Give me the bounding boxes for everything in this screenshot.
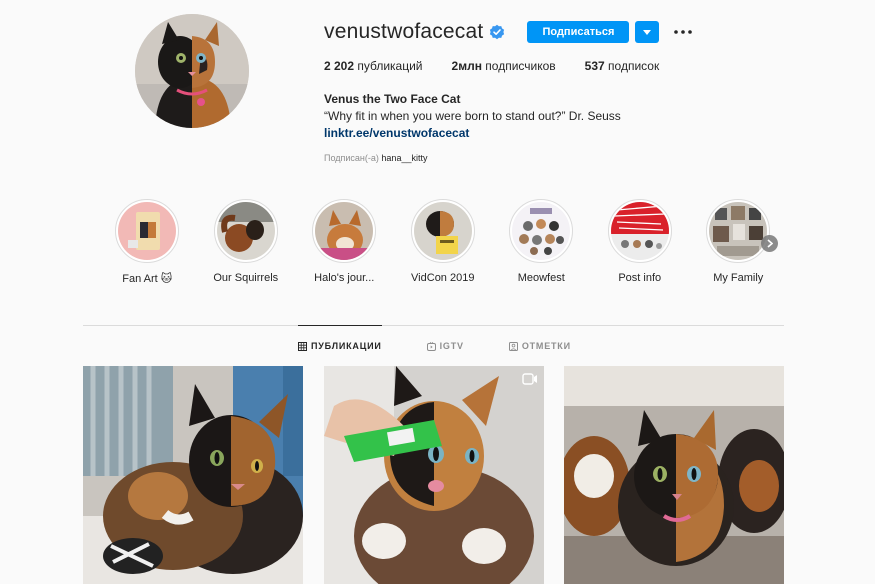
squirrel-cover-icon: [216, 202, 275, 260]
username: venustwofacecat: [324, 20, 484, 43]
bio-link[interactable]: linktr.ee/venustwofacecat: [324, 125, 469, 142]
post-thumbnail[interactable]: [83, 366, 303, 584]
highlight-ring: [312, 199, 377, 263]
highlight-our-squirrels[interactable]: Our Squirrels: [197, 199, 296, 285]
highlight-label: My Family: [713, 272, 764, 284]
video-badge-icon: [522, 372, 538, 386]
followers-count[interactable]: 2млн подписчиков: [452, 59, 556, 73]
tag-icon: [508, 341, 518, 351]
highlight-label: Meowfest: [517, 272, 565, 284]
avatar-image: [135, 14, 249, 128]
highlight-label: Post info: [618, 272, 662, 284]
following-count[interactable]: 537 подписок: [585, 59, 660, 73]
highlight-meowfest[interactable]: Meowfest: [492, 199, 591, 285]
username-row: venustwofacecat Подписаться: [324, 18, 693, 46]
suggestions-dropdown-button[interactable]: [635, 21, 660, 43]
caret-down-icon: [643, 29, 652, 35]
bio-quote: “Why fit in when you were born to stand …: [324, 109, 621, 123]
highlight-post-info[interactable]: Post info: [591, 199, 690, 285]
tab-igtv-label: IGTV: [439, 341, 464, 351]
highlight-ring: [213, 199, 278, 263]
active-tab-indicator: [298, 325, 382, 326]
meowfest-cover-icon: [512, 202, 571, 260]
post-thumbnail[interactable]: [564, 366, 784, 584]
highlight-ring: [706, 199, 771, 263]
tab-tagged[interactable]: ОТМЕТКИ: [508, 341, 571, 351]
vidcon-cover-icon: [413, 202, 472, 260]
bio-full-name: Venus the Two Face Cat: [324, 92, 461, 106]
grid-icon: [298, 341, 307, 351]
profile-tabs: ПУБЛИКАЦИИ IGTV ОТМЕТКИ: [298, 341, 571, 351]
more-dots-icon: [674, 30, 693, 34]
post-info-cover-icon: [610, 202, 669, 260]
posts-count-label: публикаций: [357, 59, 423, 73]
highlight-ring: [115, 199, 180, 263]
tab-tagged-label: ОТМЕТКИ: [521, 341, 571, 351]
igtv-icon: [426, 341, 436, 351]
highlight-vidcon-2019[interactable]: VidCon 2019: [394, 199, 493, 285]
posts-count-value: 2 202: [324, 59, 355, 73]
tab-posts-label: ПУБЛИКАЦИИ: [311, 341, 382, 351]
fan-art-cover-icon: [118, 202, 177, 260]
highlight-ring: [410, 199, 475, 263]
tabs-divider: [83, 325, 784, 326]
dog-cover-icon: [315, 202, 374, 260]
posts-count: 2 202 публикаций: [324, 59, 423, 73]
profile-stats: 2 202 публикаций 2млн подписчиков 537 по…: [324, 59, 688, 73]
post-image: [83, 366, 303, 584]
following-count-value: 537: [584, 59, 605, 73]
highlight-halos-journey[interactable]: Halo's jour...: [295, 199, 394, 285]
highlight-fan-art[interactable]: Fan Art 🐱: [98, 199, 197, 285]
highlight-ring: [607, 199, 672, 263]
post-image: [324, 366, 544, 584]
highlight-ring: [509, 199, 574, 263]
followers-count-value: 2млн: [451, 59, 482, 73]
highlight-label: VidCon 2019: [411, 272, 475, 284]
followed-by: Подписан(-а) hana__kitty: [324, 153, 427, 163]
highlight-label: Halo's jour...: [314, 272, 375, 284]
profile-avatar[interactable]: [135, 14, 249, 128]
tab-igtv[interactable]: IGTV: [426, 341, 464, 351]
following-count-label: подписок: [608, 59, 660, 73]
more-options-button[interactable]: [673, 21, 693, 43]
profile-bio: Venus the Two Face Cat “Why fit in when …: [324, 91, 744, 142]
verified-badge-icon: [489, 24, 505, 40]
highlights-next-button[interactable]: [761, 235, 778, 252]
highlight-label: Our Squirrels: [213, 272, 279, 284]
chevron-right-icon: [766, 239, 773, 248]
post-thumbnail[interactable]: [324, 366, 544, 584]
highlight-label: Fan Art 🐱: [122, 273, 173, 285]
story-highlights: Fan Art 🐱 Our Squirrels Halo's jour... V…: [98, 199, 788, 285]
followed-by-user[interactable]: hana__kitty: [381, 153, 427, 163]
post-image: [564, 366, 784, 584]
followers-count-label: подписчиков: [485, 59, 556, 73]
family-cover-icon: [709, 202, 768, 260]
follow-button[interactable]: Подписаться: [527, 21, 630, 43]
tab-posts[interactable]: ПУБЛИКАЦИИ: [298, 341, 382, 351]
followed-by-prefix: Подписан(-а): [324, 153, 379, 163]
